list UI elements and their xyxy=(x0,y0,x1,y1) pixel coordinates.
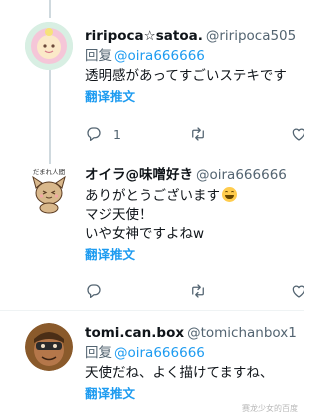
tweet-text-line: ありがとうございます xyxy=(85,187,304,206)
translate-tweet-link[interactable]: 翻译推文 xyxy=(85,88,304,105)
avatar[interactable]: だまれ人間 xyxy=(25,166,73,214)
retweet-button[interactable] xyxy=(189,281,207,301)
display-name[interactable]: オイラ@味噌好き xyxy=(85,167,193,183)
display-name[interactable]: tomi.can.box xyxy=(85,325,184,341)
tweet-riripoca[interactable]: riripoca☆satoa. @riripoca505 回复 @oira66666… xyxy=(0,0,304,148)
heart-icon xyxy=(292,128,304,141)
avatar[interactable] xyxy=(25,323,73,371)
reply-button[interactable] xyxy=(85,281,103,301)
user-handle[interactable]: @riripoca505 xyxy=(206,28,296,44)
avatar-caption: だまれ人間 xyxy=(33,168,65,176)
display-name[interactable]: riripoca☆satoa. xyxy=(85,28,203,44)
thread-connector xyxy=(49,148,51,164)
reply-prefix: 回复 xyxy=(85,48,112,64)
tweet-tomi[interactable]: tomi.can.box @tomichanbox1 回复 @oira666666 … xyxy=(0,311,304,417)
retweet-icon xyxy=(192,127,204,141)
reply-context: 回复 @oira666666 xyxy=(85,344,304,362)
tweet-actions: 1 xyxy=(85,124,304,144)
retweet-button[interactable] xyxy=(189,124,207,144)
tweet-text-segment: ありがとうございます xyxy=(85,188,220,204)
retweet-icon xyxy=(192,284,204,298)
tweet-header: オイラ@味噌好き @oira666666 xyxy=(85,166,304,184)
tweet-text: 天使だね、よく描けてますね、 xyxy=(85,364,304,383)
reply-icon xyxy=(87,284,101,299)
user-handle[interactable]: @tomichanbox1 xyxy=(187,325,297,341)
tweet-text-line: 透明感があってすごいステキです xyxy=(85,68,287,84)
user-handle[interactable]: @oira666666 xyxy=(196,167,287,183)
tweet-text-line: マジ天使！ xyxy=(85,207,153,223)
reply-prefix: 回复 xyxy=(85,345,112,361)
reply-button[interactable]: 1 xyxy=(85,124,121,144)
avatar[interactable] xyxy=(25,22,73,70)
translate-tweet-link[interactable]: 翻译推文 xyxy=(85,385,304,402)
thread-connector xyxy=(49,0,51,18)
translate-tweet-link[interactable]: 翻译推文 xyxy=(85,246,304,263)
reply-icon xyxy=(87,127,101,142)
reply-mention-link[interactable]: @oira666666 xyxy=(114,48,205,64)
tweet-header: tomi.can.box @tomichanbox1 xyxy=(85,324,304,342)
reply-count: 1 xyxy=(113,126,121,142)
like-button[interactable] xyxy=(290,124,304,144)
tweet-text: 透明感があってすごいステキです xyxy=(85,67,304,86)
reply-context: 回复 @oira666666 xyxy=(85,47,304,65)
grinning-sweat-emoji-icon xyxy=(222,187,237,202)
tweet-oira[interactable]: だまれ人間 オイラ@味噌好き @oira666666 ありがとうございます マジ天… xyxy=(0,148,304,310)
thread-connector xyxy=(49,70,51,148)
twitter-thread-view: riripoca☆satoa. @riripoca505 回复 @oira66666… xyxy=(0,0,304,417)
tweet-text-line: 天使だね、よく描けてますね、 xyxy=(85,365,274,381)
tweet-text-line: いや女神ですよねw xyxy=(85,226,205,242)
tweet-header: riripoca☆satoa. @riripoca505 xyxy=(85,27,304,45)
heart-icon xyxy=(292,285,304,298)
watermark: 赛龙少女的百度 xyxy=(242,404,298,413)
tweet-text: ありがとうございます マジ天使！ いや女神ですよねw xyxy=(85,187,304,244)
reply-mention-link[interactable]: @oira666666 xyxy=(114,345,205,361)
like-button[interactable] xyxy=(290,281,304,301)
tweet-actions xyxy=(85,281,304,301)
